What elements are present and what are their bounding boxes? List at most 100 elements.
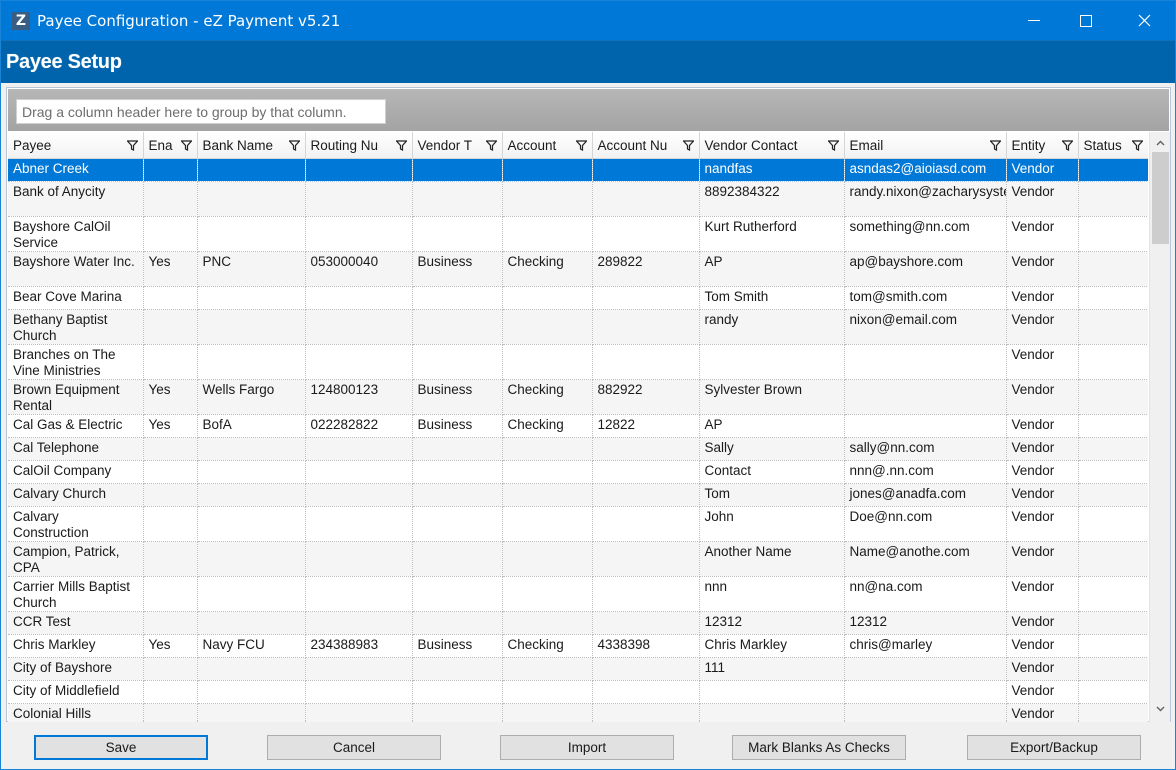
cell-account-num[interactable] [592, 181, 700, 217]
cell-email[interactable] [844, 379, 1007, 415]
cell-status[interactable] [1078, 251, 1148, 287]
cell-account-num[interactable] [592, 680, 700, 704]
cell-account-num[interactable]: 12822 [592, 414, 700, 438]
cell-routing[interactable] [305, 344, 413, 380]
cell-vendor-type[interactable] [412, 460, 503, 484]
cell-vendor-contact[interactable]: Chris Markley [699, 634, 845, 658]
filter-icon[interactable] [575, 140, 587, 151]
cell-enabled[interactable] [143, 460, 198, 484]
cell-vendor-contact[interactable]: Tom Smith [699, 286, 845, 310]
cell-routing[interactable] [305, 437, 413, 461]
filter-icon[interactable] [1061, 140, 1073, 151]
cell-vendor-type[interactable] [412, 309, 503, 345]
table-row[interactable]: Branches on The Vine Ministries Vendor [8, 344, 1148, 380]
cell-routing[interactable]: 022282822 [305, 414, 413, 438]
cell-status[interactable] [1078, 216, 1148, 252]
cell-enabled[interactable] [143, 576, 198, 612]
cell-payee[interactable]: Calvary Construction [8, 506, 144, 542]
cell-bank-name[interactable] [197, 344, 306, 380]
table-row[interactable]: Bear Cove Marina Tom Smith tom@smith.com Ve… [8, 286, 1148, 310]
cell-vendor-type[interactable] [412, 216, 503, 252]
cell-bank-name[interactable] [197, 216, 306, 252]
cell-vendor-contact[interactable]: Sally [699, 437, 845, 461]
import-button[interactable]: Import [500, 735, 674, 760]
cell-entity[interactable]: Vendor [1006, 251, 1079, 287]
cell-routing[interactable] [305, 483, 413, 507]
table-row[interactable]: Bayshore CalOil Service Kurt Rutherford so… [8, 216, 1148, 252]
cell-vendor-contact[interactable] [699, 680, 845, 704]
cell-bank-name[interactable]: PNC [197, 251, 306, 287]
cell-payee[interactable]: Bayshore CalOil Service [8, 216, 144, 252]
cell-bank-name[interactable] [197, 181, 306, 217]
column-header-routing[interactable]: Routing Nu [305, 132, 413, 159]
cell-account[interactable] [502, 437, 593, 461]
cell-entity[interactable]: Vendor [1006, 703, 1079, 722]
cell-vendor-type[interactable] [412, 703, 503, 722]
cell-vendor-type[interactable] [412, 437, 503, 461]
cell-email[interactable]: nixon@email.com [844, 309, 1007, 345]
cell-account[interactable] [502, 611, 593, 635]
cell-email[interactable] [844, 680, 1007, 704]
cell-entity[interactable]: Vendor [1006, 181, 1079, 217]
cell-status[interactable] [1078, 286, 1148, 310]
cell-routing[interactable] [305, 309, 413, 345]
table-row[interactable]: Brown Equipment Rental Yes Wells Fargo 1248… [8, 379, 1148, 415]
cell-account-num[interactable] [592, 541, 700, 577]
table-row[interactable]: CalOil Company Contact nnn@.nn.com Vendor [8, 460, 1148, 484]
cell-payee[interactable]: Bethany Baptist Church [8, 309, 144, 345]
cell-status[interactable] [1078, 541, 1148, 577]
cell-vendor-type[interactable] [412, 576, 503, 612]
cell-vendor-type[interactable] [412, 680, 503, 704]
cell-status[interactable] [1078, 483, 1148, 507]
cell-account[interactable] [502, 657, 593, 681]
cell-status[interactable] [1078, 158, 1148, 182]
cell-status[interactable] [1078, 703, 1148, 722]
cell-bank-name[interactable] [197, 286, 306, 310]
cell-status[interactable] [1078, 460, 1148, 484]
cell-account-num[interactable] [592, 286, 700, 310]
cell-vendor-type[interactable]: Business [412, 414, 503, 438]
vertical-scrollbar[interactable] [1149, 132, 1170, 722]
cell-vendor-contact[interactable] [699, 703, 845, 722]
cell-entity[interactable]: Vendor [1006, 680, 1079, 704]
cell-vendor-type[interactable] [412, 158, 503, 182]
cell-account[interactable]: Checking [502, 634, 593, 658]
cell-account-num[interactable]: 4338398 [592, 634, 700, 658]
cell-email[interactable]: jones@anadfa.com [844, 483, 1007, 507]
cell-bank-name[interactable] [197, 703, 306, 722]
cell-account-num[interactable] [592, 611, 700, 635]
cell-status[interactable] [1078, 437, 1148, 461]
cell-entity[interactable]: Vendor [1006, 309, 1079, 345]
minimize-button[interactable] [1011, 1, 1057, 40]
cell-entity[interactable]: Vendor [1006, 216, 1079, 252]
save-button[interactable]: Save [34, 735, 208, 760]
cell-account-num[interactable]: 289822 [592, 251, 700, 287]
cell-account-num[interactable] [592, 437, 700, 461]
cell-vendor-contact[interactable]: randy [699, 309, 845, 345]
cell-account-num[interactable] [592, 483, 700, 507]
cell-entity[interactable]: Vendor [1006, 437, 1079, 461]
cell-vendor-type[interactable] [412, 506, 503, 542]
cell-vendor-type[interactable]: Business [412, 379, 503, 415]
cell-bank-name[interactable] [197, 460, 306, 484]
column-header-bank-name[interactable]: Bank Name [197, 132, 306, 159]
cell-vendor-contact[interactable] [699, 344, 845, 380]
cell-enabled[interactable] [143, 611, 198, 635]
cell-bank-name[interactable] [197, 309, 306, 345]
cell-status[interactable] [1078, 611, 1148, 635]
cell-bank-name[interactable] [197, 657, 306, 681]
cell-payee[interactable]: City of Bayshore [8, 657, 144, 681]
cell-email[interactable]: chris@marley [844, 634, 1007, 658]
cell-enabled[interactable] [143, 286, 198, 310]
cell-bank-name[interactable] [197, 680, 306, 704]
scrollbar-thumb[interactable] [1152, 152, 1169, 244]
cell-vendor-contact[interactable]: AP [699, 414, 845, 438]
cell-account[interactable]: Checking [502, 379, 593, 415]
cell-enabled[interactable] [143, 703, 198, 722]
cell-payee[interactable]: Abner Creek [8, 158, 144, 182]
filter-icon[interactable] [180, 140, 192, 151]
cell-enabled[interactable]: Yes [143, 634, 198, 658]
cell-email[interactable]: 12312 [844, 611, 1007, 635]
table-row[interactable]: Bank of Anycity 8892384322 randy.nixon@zac… [8, 181, 1148, 217]
cell-vendor-contact[interactable]: Contact [699, 460, 845, 484]
